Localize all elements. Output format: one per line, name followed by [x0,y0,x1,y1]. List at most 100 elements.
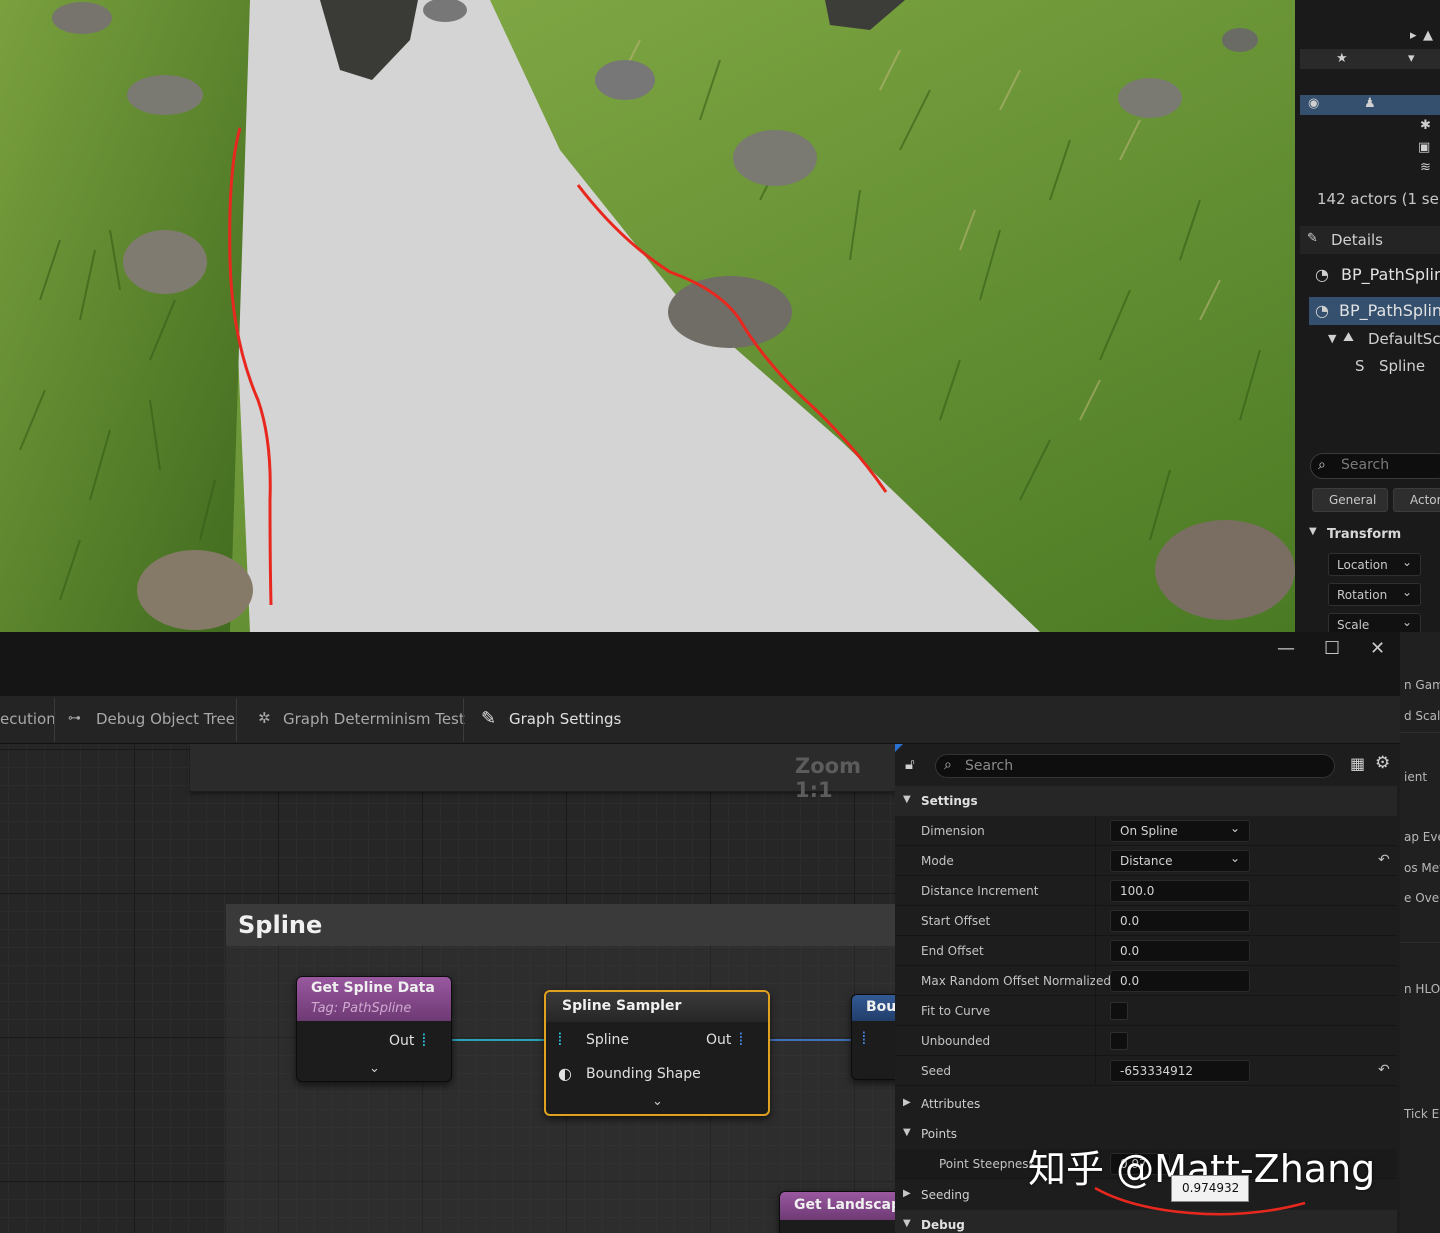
seed-input[interactable]: -653334912 [1110,1060,1250,1082]
spline-pin-icon[interactable]: ⦙ [558,1030,562,1050]
details-search-input[interactable]: ⌕ Search [935,754,1335,778]
graph-canvas[interactable]: Zoom 1:1 Spline Get Spline Data Tag: Pat… [0,744,895,1233]
dimension-dropdown[interactable]: On Spline ⌄ [1110,820,1250,842]
mode-dropdown[interactable]: Distance ⌄ [1110,850,1250,872]
minimize-icon[interactable]: — [1277,638,1295,659]
actor-selected-row[interactable]: ◔ BP_PathSpline2 [1309,297,1440,325]
row-distance-increment: Distance Increment 100.0 [895,876,1397,906]
row-mode: Mode Distance ⌄ ↶ [895,846,1397,876]
chevron-right-icon[interactable]: ▸ [1410,28,1417,43]
chevron-down-icon: ⌄ [1401,585,1412,599]
divider [54,698,55,742]
chevron-down-icon: ⌄ [1229,851,1240,865]
reset-icon[interactable]: ↶ [1378,1062,1390,1078]
divider [1095,1056,1096,1086]
attributes-section-label: Attributes [921,1097,981,1111]
row-seed: Seed -653334912 ↶ [895,1056,1397,1086]
end-offset-label: End Offset [921,944,984,958]
triangle-down-icon[interactable]: ▼ [1309,526,1317,537]
node-spline-sampler[interactable]: Spline Sampler ⦙ Spline Out ⦙ ◐ Bounding… [544,990,770,1116]
landscape-icon: ▲ [1423,28,1433,43]
pin-spline-label: Spline [586,1032,630,1048]
node-title: Get Landscape [794,1197,895,1213]
chevron-down-icon: ⌄ [1401,555,1412,569]
strip-text: ient [1404,770,1428,784]
node-title: Get Spline Data [311,980,435,996]
chevron-down-icon: ▾ [1408,51,1415,66]
node-get-spline-data[interactable]: Get Spline Data Tag: PathSpline Out ⦙ ⌄ [296,976,452,1082]
outliner-row[interactable]: ★ ▾ [1300,49,1440,69]
unbounded-checkbox[interactable] [1110,1032,1128,1050]
component-spline[interactable]: Spline [1379,357,1425,375]
divider [1400,942,1440,943]
pin-out-label: Out [706,1032,732,1048]
strip-text: d Scale [1404,709,1440,723]
actor-selected-label: BP_PathSpline2 [1339,301,1440,320]
toolbar-debug-object-tree[interactable]: Debug Object Tree [96,710,235,728]
tab-general[interactable]: General [1312,488,1388,512]
reset-icon[interactable]: ↶ [1378,852,1390,868]
debug-section-label: Debug [921,1218,965,1232]
location-dropdown[interactable]: Location ⌄ [1328,553,1421,576]
end-offset-input[interactable]: 0.0 [1110,940,1250,962]
actor-icon: ◔ [1315,265,1329,284]
component-root[interactable]: DefaultSce [1368,330,1440,348]
max-random-offset-input[interactable]: 0.0 [1110,970,1250,992]
chevron-down-icon[interactable]: ⌄ [652,1094,663,1109]
divider [236,698,237,742]
chevron-down-icon: ⌄ [1229,821,1240,835]
star-icon[interactable]: ★ [1336,51,1348,66]
table-icon[interactable]: ▦ [1350,754,1365,773]
mode-value: Distance [1120,854,1173,868]
chevron-down-icon[interactable]: ⌄ [369,1061,380,1076]
gear-icon[interactable]: ⚙ [1375,753,1390,773]
actor-icon: ♟ [1364,96,1376,111]
outliner-row-selected[interactable]: ◉ ♟ [1300,95,1440,115]
scale-dropdown[interactable]: Scale ⌄ [1328,613,1421,632]
dimension-label: Dimension [921,824,985,838]
lock-icon[interactable]: 🔓︎ [905,755,915,773]
row-start-offset: Start Offset 0.0 [895,906,1397,936]
toolbar-graph-settings[interactable]: Graph Settings [509,710,621,728]
bounding-pin-icon[interactable]: ◐ [558,1064,572,1083]
strip-text: os Met [1404,861,1440,875]
unbounded-label: Unbounded [921,1034,991,1048]
rotation-dropdown[interactable]: Rotation ⌄ [1328,583,1421,606]
node-title: Spline Sampler [562,998,682,1014]
close-icon[interactable]: ✕ [1370,638,1385,659]
actor-parent-row[interactable]: ◔ BP_PathSplin [1309,261,1440,289]
layers-icon: ≋ [1420,160,1431,175]
points-pin-icon[interactable]: ⦙ [739,1030,743,1050]
fit-to-curve-checkbox[interactable] [1110,1002,1128,1020]
eye-icon[interactable]: ◉ [1308,96,1319,111]
distance-increment-input[interactable]: 100.0 [1110,880,1250,902]
node-get-landscape[interactable]: Get Landscape [779,1191,895,1233]
pencil-icon: ✎ [1307,231,1318,246]
toolbar-graph-determinism-test[interactable]: Graph Determinism Test [283,710,465,728]
attributes-section[interactable]: ▶ Attributes [895,1089,1397,1119]
dimension-value: On Spline [1120,824,1178,838]
tab-actor[interactable]: Actor [1393,488,1440,512]
triangle-right-icon: ▶ [903,1097,911,1108]
settings-section-label: Settings [921,794,978,808]
side-strip: n Game d Scale ient ap Eve os Met e Over… [1400,632,1440,1233]
pin-out-label: Out [389,1033,415,1049]
level-viewport[interactable] [0,0,1295,632]
divider [1095,906,1096,936]
maximize-icon[interactable]: ☐ [1324,638,1340,659]
points-section-label: Points [921,1127,958,1141]
transform-section[interactable]: Transform [1327,527,1401,542]
node-bounds[interactable]: Bou ⦙ [851,994,895,1080]
strip-text: ap Eve [1404,830,1440,844]
toolbar-execution[interactable]: ecution [0,710,56,728]
details-title: Details [1331,231,1384,249]
start-offset-input[interactable]: 0.0 [1110,910,1250,932]
points-pin-icon[interactable]: ⦙ [862,1029,866,1049]
divider [1095,966,1096,996]
settings-section[interactable]: ▼ Settings [895,786,1397,816]
seed-label: Seed [921,1064,951,1078]
triangle-down-icon[interactable]: ▼ [1328,332,1336,345]
divider [1400,732,1440,733]
spline-pin-icon[interactable]: ⦙ [422,1031,426,1051]
details-search-input[interactable]: ⌕ Search [1310,453,1440,479]
